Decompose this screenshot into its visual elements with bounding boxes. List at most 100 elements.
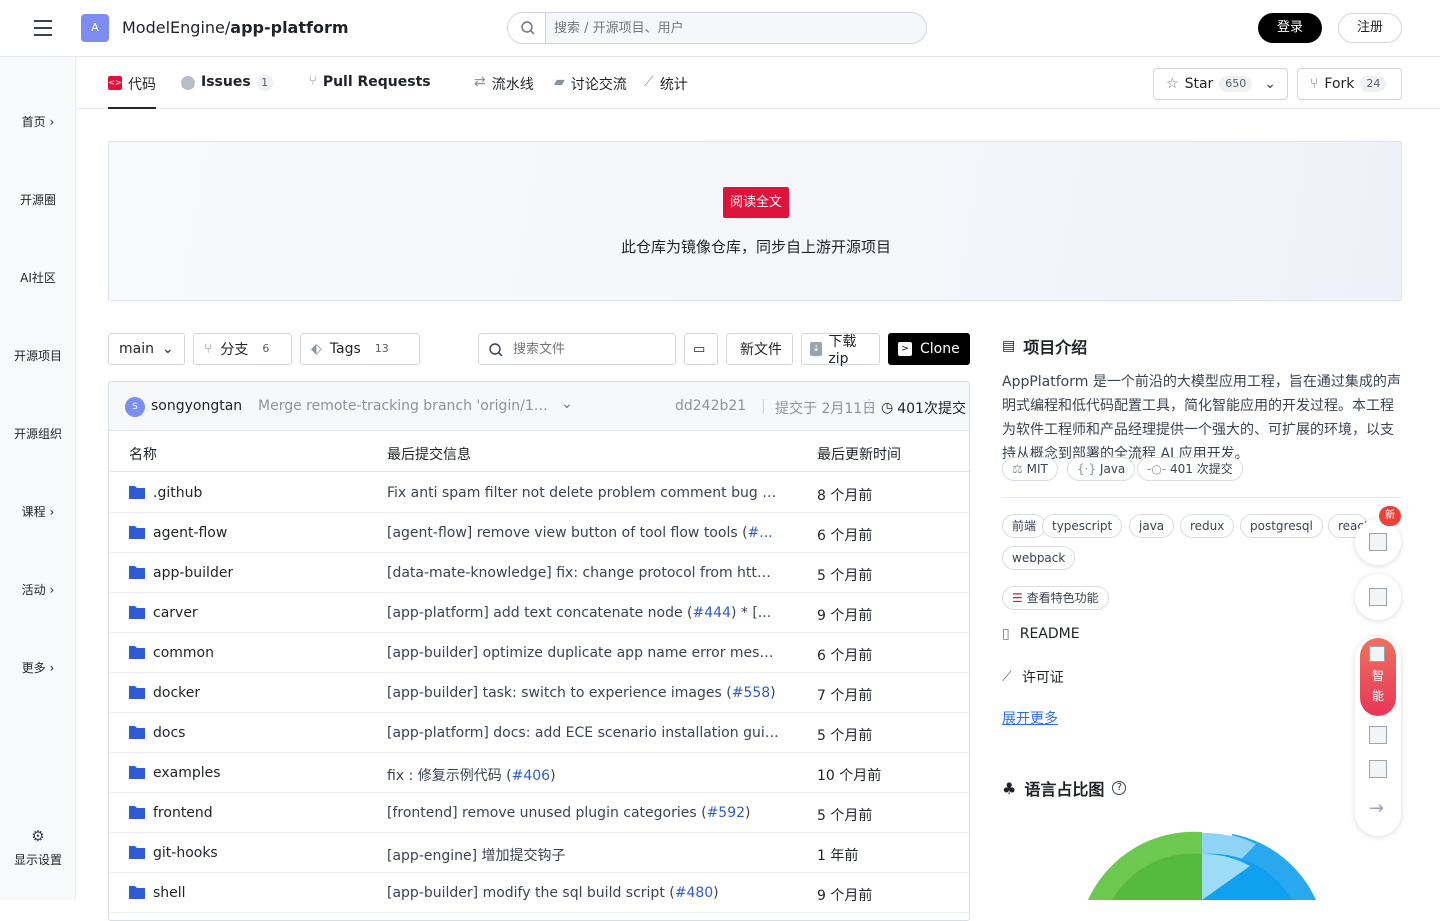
file-name[interactable]: app-builder	[153, 565, 233, 581]
file-name[interactable]: docs	[153, 725, 185, 741]
file-name[interactable]: agent-flow	[153, 525, 227, 541]
branch-select[interactable]: main ⌄	[108, 333, 185, 365]
arrow-right-icon[interactable]: →	[1369, 798, 1384, 819]
rail-item-projects[interactable]: 开源项目	[0, 347, 76, 364]
pull-request-link[interactable]: #444	[693, 605, 731, 621]
file-commit-message[interactable]: [app-builder] modify the sql build scrip…	[387, 885, 779, 901]
global-search[interactable]	[507, 12, 927, 44]
search-icon[interactable]	[508, 13, 546, 43]
menu-icon[interactable]	[32, 17, 54, 39]
table-row[interactable]: git-hooks [app-engine] 增加提交钩子 1 年前	[109, 833, 969, 873]
table-row[interactable]: docker [app-builder] task: switch to expe…	[109, 673, 969, 713]
commit-message[interactable]: Merge remote-tracking branch 'origin/1.x…	[258, 398, 548, 414]
file-name[interactable]: shell	[153, 885, 186, 901]
file-commit-message[interactable]: [app-platform] docs: add ECE scenario in…	[387, 725, 779, 741]
table-row[interactable]: docs [app-platform] docs: add ECE scenari…	[109, 713, 969, 753]
rail-item-more[interactable]: 更多 ›	[0, 659, 76, 676]
help-icon[interactable]: ?	[1112, 781, 1127, 795]
file-commit-message[interactable]: [app-platform] add text concatenate node…	[387, 605, 779, 621]
star-button[interactable]: ☆ Star 650 ⌄	[1153, 68, 1288, 100]
file-name[interactable]: frontend	[153, 805, 213, 821]
table-row[interactable]: .github Fix anti spam filter not delete p…	[109, 473, 969, 513]
fork-button[interactable]: ⑂ Fork 24	[1297, 68, 1402, 100]
file-name[interactable]: docker	[153, 685, 200, 701]
repo-name[interactable]: app-platform	[230, 18, 348, 37]
topic-tag[interactable]: typescript	[1042, 514, 1123, 538]
file-name[interactable]: common	[153, 645, 214, 661]
commits-tag[interactable]: -○- 401 次提交	[1137, 457, 1243, 481]
topic-tag[interactable]: webpack	[1002, 546, 1076, 570]
file-commit-message[interactable]: [agent-flow] remove view button of tool …	[387, 525, 779, 541]
share-icon[interactable]	[1369, 726, 1387, 744]
rail-item-ai[interactable]: AI社区	[0, 269, 76, 286]
pull-request-link[interactable]: #592	[707, 805, 745, 821]
file-search-input[interactable]	[513, 339, 663, 359]
repo-owner[interactable]: ModelEngine/	[122, 18, 230, 37]
tags-button[interactable]: ⬖ Tags 13	[300, 333, 420, 365]
float-help-button[interactable]	[1355, 574, 1401, 620]
topic-tag[interactable]: postgresql	[1240, 514, 1323, 538]
qrcode-icon[interactable]	[1369, 760, 1387, 778]
ai-assistant-button[interactable]: 智 能	[1360, 638, 1396, 716]
float-feedback-button[interactable]	[1355, 519, 1401, 565]
commit-hash[interactable]: dd242b21	[675, 398, 746, 414]
pull-request-link[interactable]: #406	[512, 768, 550, 784]
tab-issues[interactable]: Issues 1	[181, 74, 273, 109]
rail-item-circle[interactable]: 开源圈	[0, 191, 76, 208]
file-search[interactable]	[478, 333, 676, 365]
pull-request-link[interactable]: #...	[748, 525, 773, 541]
file-name[interactable]: .github	[153, 485, 202, 501]
new-file-button[interactable]: 新文件	[726, 333, 793, 365]
table-row[interactable]: common [app-builder] optimize duplicate a…	[109, 633, 969, 673]
table-row[interactable]: agent-flow [agent-flow] remove view butto…	[109, 513, 969, 553]
commit-count[interactable]: ◷ 401次提交	[881, 398, 966, 418]
topic-tag[interactable]: 前端	[1002, 514, 1047, 538]
branches-button[interactable]: ⑂ 分支 6	[193, 333, 292, 365]
login-button[interactable]: 登录	[1258, 13, 1322, 43]
tab-pipeline[interactable]: ⇄ 流水线	[474, 74, 534, 109]
table-row[interactable]: shell [app-builder] modify the sql build …	[109, 873, 969, 913]
table-row[interactable]: examples fix : 修复示例代码 (#406) 10 个月前	[109, 753, 969, 793]
notice-read-button[interactable]: 阅读全文	[723, 187, 789, 218]
register-button[interactable]: 注册	[1338, 13, 1402, 43]
file-name[interactable]: git-hooks	[153, 845, 218, 861]
tab-pull-requests[interactable]: ⑂ Pull Requests	[309, 74, 431, 109]
search-input[interactable]	[554, 17, 914, 39]
file-commit-message[interactable]: [app-builder] task: switch to experience…	[387, 685, 779, 701]
file-commit-message[interactable]: [frontend] remove unused plugin categori…	[387, 805, 779, 821]
pull-request-link[interactable]: #480	[675, 885, 713, 901]
clone-button[interactable]: > Clone	[888, 333, 970, 365]
tab-code[interactable]: <> 代码	[108, 74, 156, 109]
file-commit-message[interactable]: [app-builder] optimize duplicate app nam…	[387, 645, 779, 661]
display-settings[interactable]: ⚙ 显示设置	[0, 827, 76, 868]
language-tag[interactable]: {·} Java	[1067, 457, 1136, 481]
download-zip-button[interactable]: ↓ 下载zip	[801, 333, 880, 367]
tab-discussions[interactable]: ▰ 讨论交流	[554, 74, 627, 109]
show-more-link[interactable]: 展开更多	[1002, 708, 1058, 728]
table-row[interactable]: carver [app-platform] add text concatenat…	[109, 593, 969, 633]
tab-stats[interactable]: ⟋ 统计	[644, 74, 688, 109]
file-commit-message[interactable]: [data-mate-knowledge] fix: change protoc…	[387, 565, 779, 581]
table-row[interactable]: frontend [frontend] remove unused plugin …	[109, 793, 969, 833]
features-tag[interactable]: ☰ 查看特色功能	[1002, 586, 1109, 610]
readme-link[interactable]: ▯ README	[1002, 626, 1080, 642]
file-name[interactable]: carver	[153, 605, 198, 621]
file-commit-message[interactable]: Fix anti spam filter not delete problem …	[387, 485, 779, 501]
rail-item-orgs[interactable]: 开源组织	[0, 425, 76, 442]
rail-item-events[interactable]: 活动 ›	[0, 581, 76, 598]
file-name[interactable]: examples	[153, 765, 221, 781]
topic-tag[interactable]: java	[1129, 514, 1175, 538]
file-commit-message[interactable]: fix : 修复示例代码 (#406)	[387, 765, 779, 785]
license-tag[interactable]: ⚖ MIT	[1002, 457, 1058, 481]
chevron-down-icon[interactable]: ⌄	[561, 396, 573, 412]
web-ide-button[interactable]: ▭	[684, 333, 718, 365]
file-commit-message[interactable]: [app-engine] 增加提交钩子	[387, 845, 779, 865]
commit-author[interactable]: songyongtan	[151, 398, 242, 414]
repo-title[interactable]: ModelEngine/app-platform	[122, 18, 349, 37]
table-row[interactable]: app-builder [data-mate-knowledge] fix: ch…	[109, 553, 969, 593]
rail-item-courses[interactable]: 课程 ›	[0, 503, 76, 520]
pull-request-link[interactable]: #558	[732, 685, 770, 701]
license-link[interactable]: ⟋ 许可证	[1002, 667, 1064, 687]
rail-item-home[interactable]: 首页 ›	[0, 113, 76, 130]
chevron-down-icon[interactable]: ⌄	[1264, 76, 1276, 92]
